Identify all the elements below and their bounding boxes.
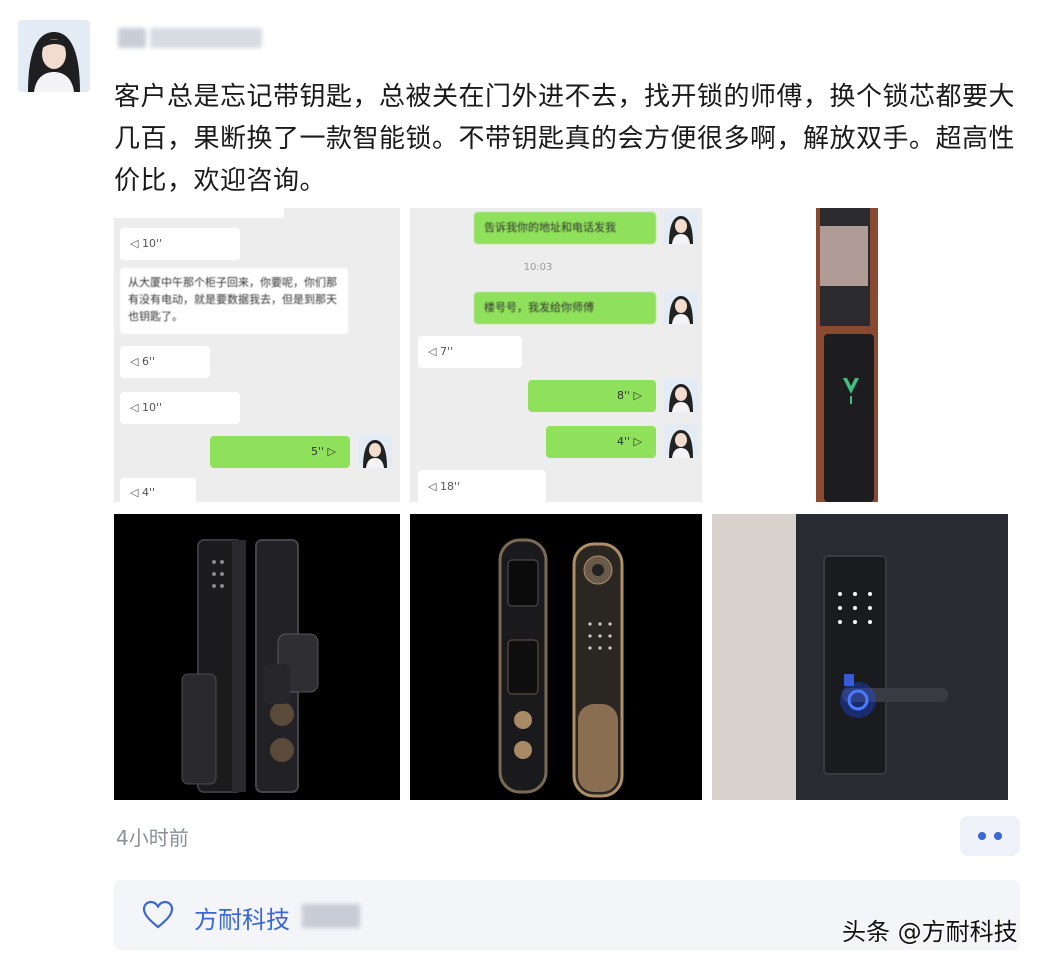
author-name-blurred[interactable] — [118, 28, 146, 48]
lock-handle-photo[interactable] — [712, 208, 1008, 502]
chat-avatar — [664, 210, 698, 244]
smart-lock-product-photo-1[interactable] — [114, 514, 400, 800]
voice-bubble: ◁ 10'' — [120, 392, 240, 424]
heart-icon[interactable] — [142, 900, 174, 930]
voice-label: ◁ 18'' — [428, 480, 461, 493]
author-name-blurred[interactable] — [150, 28, 262, 48]
voice-bubble: ◁ 18'' — [418, 470, 546, 502]
chat-screenshot-1[interactable]: ◁ 10'' 从大厦中午那个柜子回来，你要呢，你们那有没有电动，就是要数据我去，… — [114, 208, 400, 502]
voice-bubble: ◁ 10'' — [120, 228, 240, 260]
chat-screenshot-2[interactable]: 告诉我你的地址和电话发我 10:03 楼号号，我发给你师傅 ◁ 7'' 8'' … — [410, 208, 702, 502]
text-bubble-sent: 楼号号，我发给你师傅 — [474, 292, 656, 324]
chat-avatar — [664, 424, 698, 458]
image-grid: ◁ 10'' 从大厦中午那个柜子回来，你要呢，你们那有没有电动，就是要数据我去，… — [114, 208, 1008, 800]
message-text: 告诉我你的地址和电话发我 — [484, 221, 616, 234]
voice-bubble: ◁ 6'' — [120, 346, 210, 378]
voice-bubble-sent: 5'' ▷ — [210, 436, 350, 468]
chat-avatar — [358, 434, 392, 468]
voice-label: 4'' ▷ — [616, 435, 642, 448]
voice-bubble: ◁ 7'' — [418, 336, 522, 368]
voice-label: ◁ 7'' — [428, 345, 454, 358]
voice-label: ◁ 10'' — [130, 401, 163, 414]
chat-avatar — [664, 290, 698, 324]
message-text: 从大厦中午那个柜子回来，你要呢，你们那有没有电动，就是要数据我去，但是到那天也钥… — [128, 276, 337, 323]
voice-bubble-sent: 4'' ▷ — [546, 426, 656, 458]
post-timestamp: 4小时前 — [116, 826, 189, 850]
voice-label: ◁ 10'' — [130, 237, 163, 250]
voice-label: 5'' ▷ — [310, 445, 336, 458]
watermark: 头条 @方耐科技 — [842, 918, 1018, 946]
more-dots-icon[interactable] — [960, 816, 1020, 856]
author-avatar[interactable] — [18, 20, 90, 92]
message-text: 楼号号，我发给你师傅 — [484, 301, 594, 314]
voice-bubble-sent: 8'' ▷ — [528, 380, 656, 412]
text-bubble: 从大厦中午那个柜子回来，你要呢，你们那有没有电动，就是要数据我去，但是到那天也钥… — [120, 268, 348, 334]
installed-lock-photo[interactable] — [712, 514, 1008, 800]
chat-timestamp: 10:03 — [523, 262, 553, 273]
liker-name-blurred — [302, 904, 360, 928]
voice-label: 8'' ▷ — [616, 389, 642, 402]
voice-bubble: ◁ 4'' — [120, 478, 196, 502]
post-text: 客户总是忘记带钥匙，总被关在门外进不去，找开锁的师傅，换个锁芯都要大几百，果断换… — [114, 82, 1016, 196]
voice-label: ◁ 4'' — [130, 486, 156, 499]
liker-name[interactable]: 方耐科技 — [194, 900, 290, 935]
chat-avatar — [664, 378, 698, 412]
voice-label: ◁ 6'' — [130, 355, 156, 368]
smart-lock-product-photo-2[interactable] — [410, 514, 702, 800]
text-bubble-sent: 告诉我你的地址和电话发我 — [474, 212, 656, 244]
